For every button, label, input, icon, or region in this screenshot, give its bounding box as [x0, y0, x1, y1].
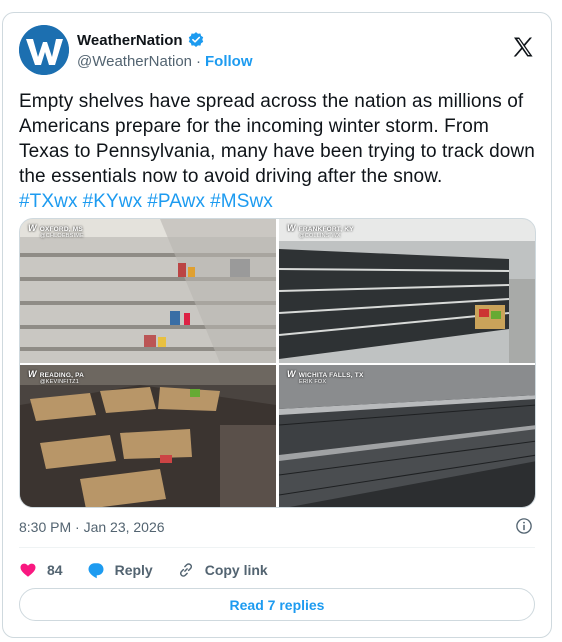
tweet-text: Empty shelves have spread across the nat… — [19, 89, 539, 214]
watermark-logo: W — [287, 369, 296, 379]
empty-produce-bins-image — [20, 365, 276, 507]
like-count: 84 — [47, 562, 63, 578]
empty-cooler-shelves-image — [279, 365, 535, 507]
heart-icon — [20, 563, 36, 577]
media-photo-reading[interactable]: W READING, PA @KEVINFITZ1 — [20, 365, 276, 507]
media-photo-frankfort[interactable]: W FRANKFORT, KY @COLLINS WX — [279, 219, 535, 363]
empty-shelves-image — [279, 219, 535, 363]
reply-icon — [88, 563, 104, 579]
empty-shelves-image — [20, 219, 276, 363]
like-button[interactable]: 84 — [19, 561, 63, 579]
divider — [19, 547, 535, 548]
watermark-logo: W — [287, 223, 296, 233]
photo-credit: @COLLINS WX — [299, 233, 341, 239]
location-caption: W OXFORD, MS @CHLOEBSIME — [28, 223, 84, 240]
photo-credit: @CHLOEBSIME — [40, 233, 84, 239]
tweet-header: WeatherNation @WeatherNation · Follow — [19, 25, 539, 77]
display-name[interactable]: WeatherNation — [77, 32, 183, 49]
author-info: WeatherNation @WeatherNation · Follow — [77, 31, 253, 71]
tweet-card: WeatherNation @WeatherNation · Follow Em… — [2, 12, 552, 638]
location-label: OXFORD, MS — [39, 226, 83, 233]
x-logo-icon[interactable] — [511, 35, 535, 59]
verified-badge-icon — [188, 32, 203, 47]
avatar[interactable] — [19, 25, 69, 75]
location-label: FRANKFORT, KY — [298, 226, 354, 233]
weathernation-logo-icon — [19, 25, 69, 75]
link-icon — [179, 563, 192, 577]
hashtag-link[interactable]: #PAwx — [147, 191, 205, 212]
watermark-logo: W — [28, 369, 37, 379]
photo-credit: @KEVINFITZ1 — [40, 379, 79, 385]
location-caption: W WICHITA FALLS, TX ERIK FOX — [287, 369, 364, 386]
copy-link-label: Copy link — [204, 562, 268, 578]
tweet-timestamp[interactable]: 8:30 PM · Jan 23, 2026 — [19, 519, 165, 535]
hashtag-link[interactable]: #KYwx — [83, 191, 143, 212]
photo-credit: ERIK FOX — [299, 379, 327, 385]
hashtag-list: #TXwx #KYwx #PAwx #MSwx — [19, 189, 539, 214]
action-bar: 84 Reply Copy link — [19, 557, 292, 583]
media-photo-oxford[interactable]: W OXFORD, MS @CHLOEBSIME — [20, 219, 276, 363]
location-caption: W READING, PA @KEVINFITZ1 — [28, 369, 85, 386]
info-icon[interactable] — [515, 517, 533, 535]
hashtag-link[interactable]: #MSwx — [210, 191, 273, 212]
media-grid: W OXFORD, MS @CHLOEBSIME W FRANKFORT, KY… — [19, 218, 536, 508]
reply-label: Reply — [114, 562, 153, 578]
watermark-logo: W — [28, 223, 37, 233]
media-photo-wichita-falls[interactable]: W WICHITA FALLS, TX ERIK FOX — [279, 365, 535, 507]
tweet-body: Empty shelves have spread across the nat… — [19, 91, 535, 187]
location-label: WICHITA FALLS, TX — [298, 372, 364, 379]
copy-link-button[interactable]: Copy link — [177, 561, 268, 579]
author-handle[interactable]: @WeatherNation — [77, 53, 192, 70]
hashtag-link[interactable]: #TXwx — [19, 191, 78, 212]
read-replies-button[interactable]: Read 7 replies — [19, 588, 535, 621]
reply-button[interactable]: Reply — [87, 561, 153, 579]
follow-button[interactable]: Follow — [205, 53, 253, 70]
location-label: READING, PA — [39, 372, 85, 379]
location-caption: W FRANKFORT, KY @COLLINS WX — [287, 223, 354, 240]
separator-dot: · — [196, 53, 202, 70]
